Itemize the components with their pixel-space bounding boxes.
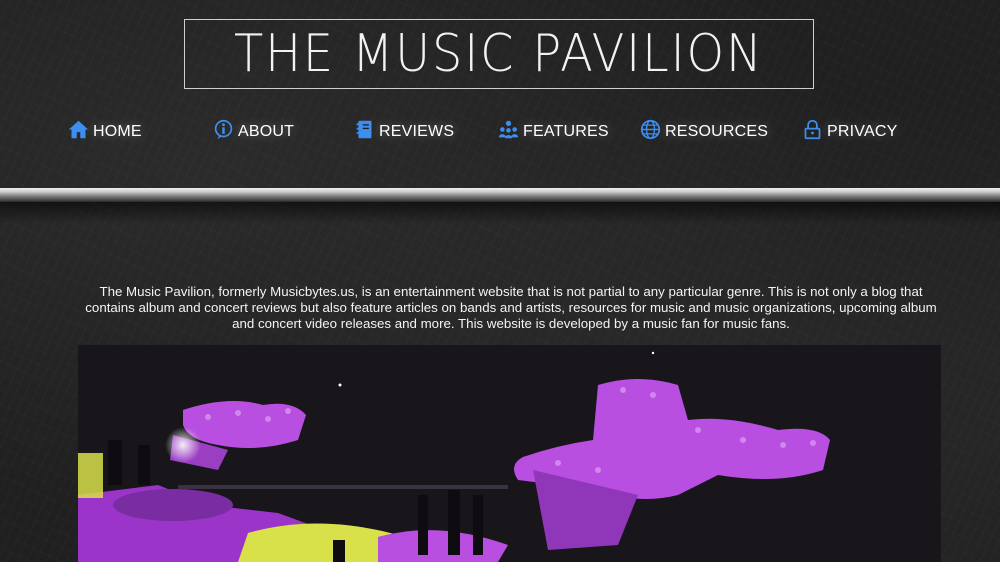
globe-icon <box>640 119 661 139</box>
site-logo[interactable]: THE MUSIC PAVILION <box>184 19 814 89</box>
nav-label-resources: RESOURCES <box>665 123 769 140</box>
nav-item-reviews[interactable]: REVIEWS <box>354 115 454 149</box>
header-divider <box>0 188 1000 202</box>
nav-label-features: FEATURES <box>523 123 609 140</box>
concert-hero-image <box>78 345 941 562</box>
intro-paragraph: The Music Pavilion, formerly Musicbytes.… <box>85 284 937 331</box>
lock-icon <box>804 119 821 139</box>
nav-item-home[interactable]: HOME <box>68 115 142 149</box>
nav-item-privacy[interactable]: PRIVACY <box>802 115 897 149</box>
nav-label-reviews: REVIEWS <box>379 123 455 140</box>
nav-item-about[interactable]: ABOUT <box>213 115 294 149</box>
nav-item-features[interactable]: FEATURES <box>498 115 609 149</box>
main-navigation: HOME ABOUT REVIEWS FEATURES RESOURCES PR… <box>0 115 1000 149</box>
nav-label-about: ABOUT <box>238 123 295 140</box>
nav-item-resources[interactable]: RESOURCES <box>640 115 768 149</box>
users-icon <box>498 120 519 138</box>
notebook-icon <box>356 120 372 138</box>
header-divider-shadow <box>0 202 1000 224</box>
info-icon <box>214 119 233 139</box>
nav-label-privacy: PRIVACY <box>827 123 898 140</box>
home-icon <box>68 120 89 138</box>
concert-photo <box>78 345 941 562</box>
site-header: THE MUSIC PAVILION HOME ABOUT REVIEWS FE… <box>0 0 1000 190</box>
site-logo-text: THE MUSIC PAVILION <box>234 24 764 84</box>
nav-label-home: HOME <box>93 123 142 140</box>
